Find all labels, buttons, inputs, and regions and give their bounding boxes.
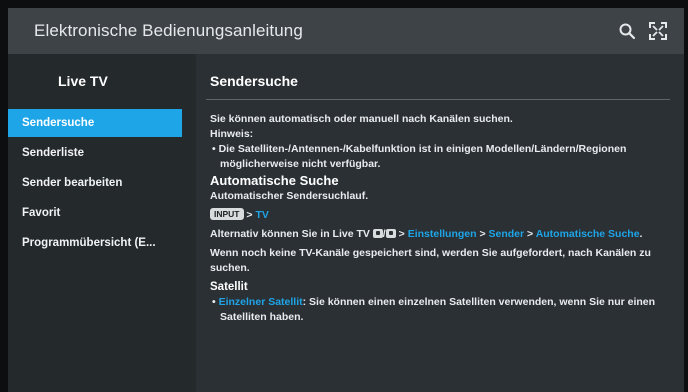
sidebar-title: Live TV [58, 73, 108, 89]
auto-search-heading: Automatische Suche [210, 173, 339, 188]
page-title: Sendersuche [210, 73, 298, 89]
sidebar-item-senderliste[interactable]: Senderliste [8, 139, 182, 167]
input-key-badge: INPUT [210, 208, 244, 220]
auto-search-desc: Automatischer Sendersuchlauf. [210, 190, 369, 202]
automatische-suche-link[interactable]: Automatische Suche [536, 228, 640, 240]
sidebar-item-sender-bearbeiten[interactable]: Sender bearbeiten [8, 169, 182, 197]
alt-end: . [639, 228, 643, 240]
remote-button-icon [385, 229, 396, 238]
satellite-item: • Einzelner Satellit: Sie können einen e… [212, 296, 656, 323]
sidebar-item-favorit[interactable]: Favorit [8, 199, 182, 227]
search-icon[interactable] [618, 22, 636, 40]
input-path: INPUT > TV [210, 208, 670, 223]
sender-link[interactable]: Sender [489, 228, 525, 240]
alt-prefix: Alternativ können Sie in Live TV [210, 228, 373, 240]
intro-text: Sie können automatisch oder manuell nach… [210, 113, 513, 125]
satellite-heading: Satellit [210, 281, 248, 293]
sidebar-item-sendersuche[interactable]: Sendersuche [8, 109, 182, 137]
alternative-path: Alternativ können Sie in Live TV / > Ein… [210, 227, 670, 242]
app-title: Elektronische Bedienungsanleitung [34, 21, 303, 40]
alt-separator: > [524, 228, 536, 240]
title-divider [206, 99, 670, 100]
sidebar-nav: Sendersuche Senderliste Sender bearbeite… [8, 109, 196, 259]
sidebar: Live TV Sendersuche Senderliste Sender b… [8, 54, 196, 392]
manual-screen: Elektronische Bedienungsanleitung Live T… [8, 8, 684, 392]
einzelner-satellit-link[interactable]: Einzelner Satellit [219, 296, 303, 308]
expand-icon[interactable] [649, 22, 667, 40]
alt-separator: > [476, 228, 489, 240]
sidebar-item-programmuebersicht[interactable]: Programmübersicht (E... [8, 229, 182, 257]
alt-separator: > [395, 228, 408, 240]
content-panel: Sendersuche Sie können automatisch oder … [196, 54, 684, 392]
tv-link[interactable]: TV [255, 209, 268, 221]
title-bar: Elektronische Bedienungsanleitung [8, 8, 684, 54]
hint-text: Die Satelliten-/Antennen-/Kabelfunktion … [218, 143, 627, 170]
hint-label: Hinweis: [210, 128, 254, 140]
article-body: Sie können automatisch oder manuell nach… [210, 112, 670, 325]
remote-button-icon [372, 229, 383, 238]
einstellungen-link[interactable]: Einstellungen [408, 228, 477, 240]
path-separator: > [243, 209, 256, 221]
hint-item: • Die Satelliten-/Antennen-/Kabelfunktio… [212, 143, 627, 170]
no-channels-text: Wenn noch keine TV-Kanäle gespeichert si… [210, 247, 651, 274]
